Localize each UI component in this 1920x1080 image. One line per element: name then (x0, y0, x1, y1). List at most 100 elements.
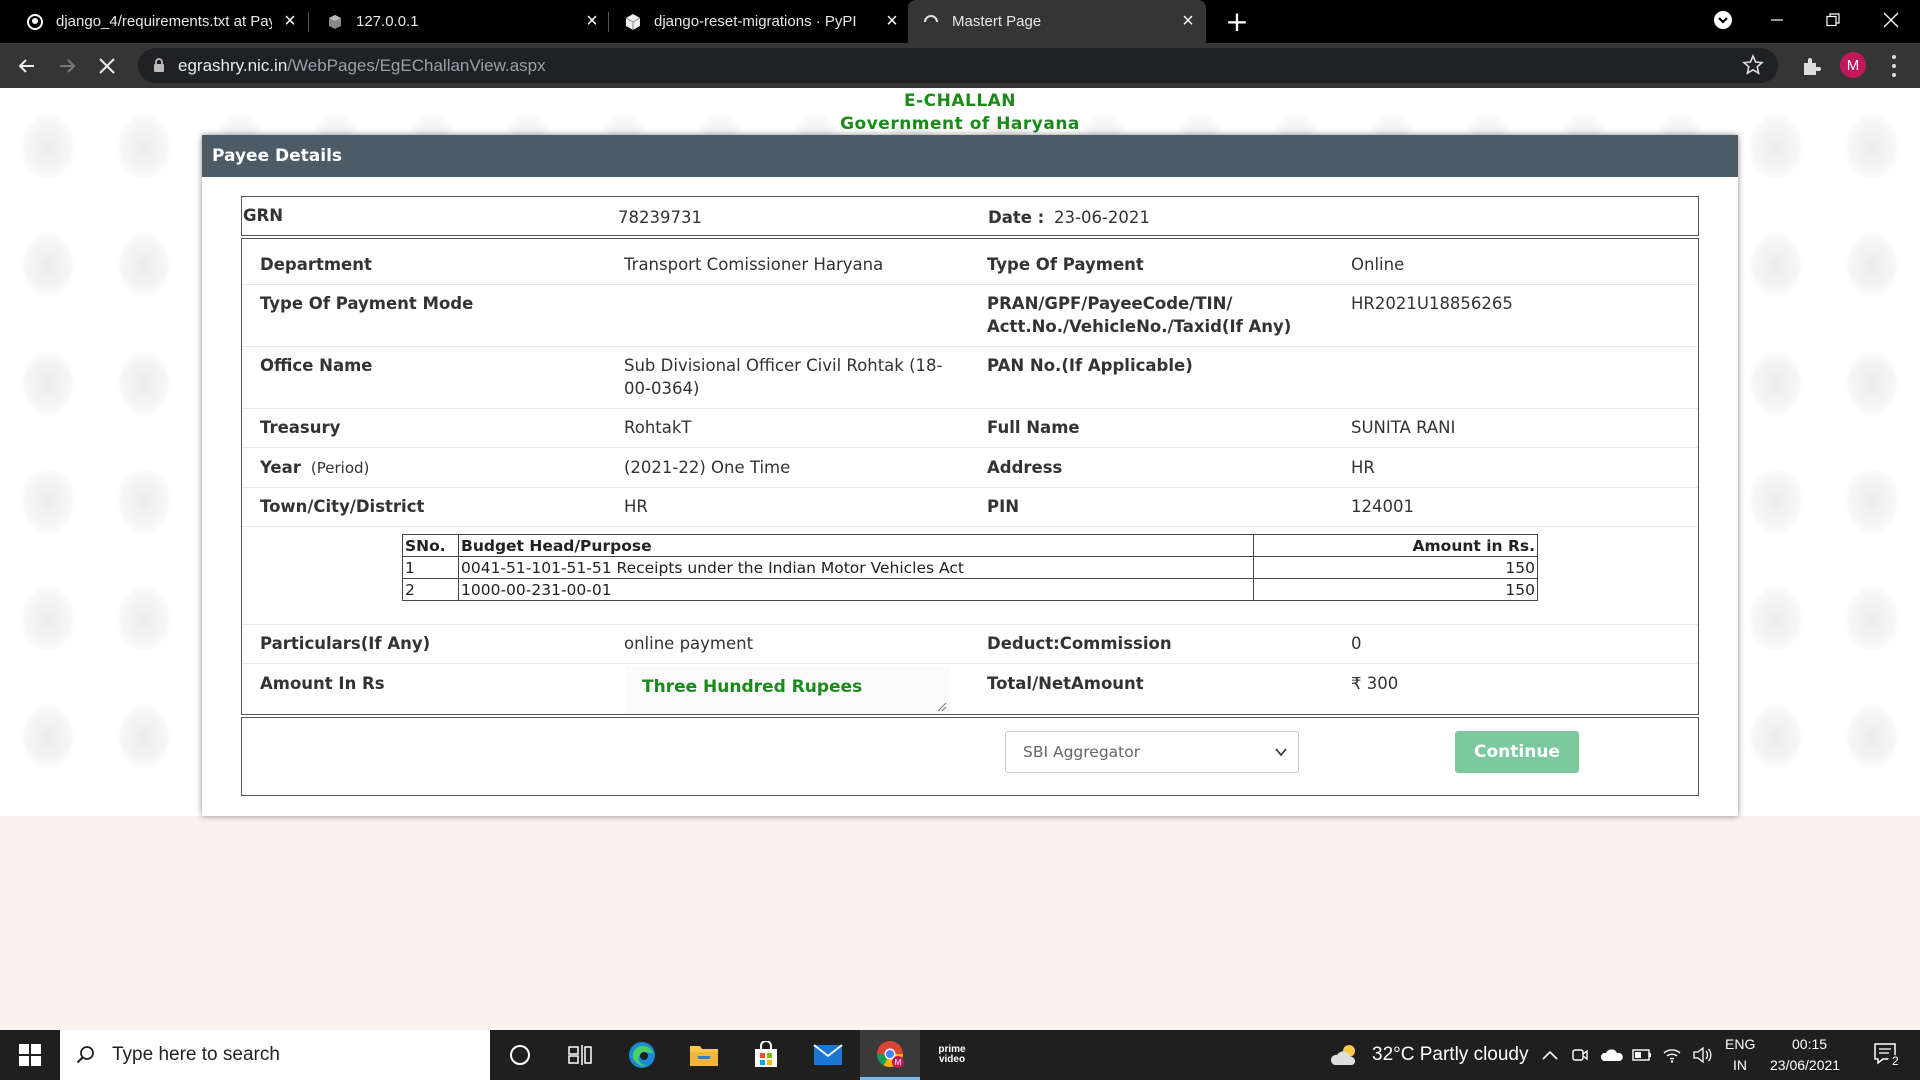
mail-button[interactable] (798, 1030, 858, 1080)
edge-icon (629, 1042, 655, 1068)
prime-video-button[interactable]: prime video (922, 1030, 982, 1080)
extensions-puzzle-icon[interactable] (1800, 55, 1822, 81)
treasury-label: Treasury (260, 418, 341, 437)
payee-details-card: Payee Details GRN 78239731 Date : 23-06-… (202, 135, 1738, 816)
close-tab-icon[interactable]: × (280, 10, 300, 32)
pran-value: HR2021U18856265 (1351, 294, 1513, 313)
microsoft-store-button[interactable] (736, 1030, 796, 1080)
treasury-value: RohtakT (624, 418, 692, 437)
row-divider (242, 346, 1698, 347)
tab-github[interactable]: django_4/requirements.txt at Pay × (18, 0, 300, 43)
close-tab-icon[interactable]: × (582, 10, 602, 32)
back-button[interactable] (12, 51, 42, 81)
cortana-button[interactable] (490, 1030, 550, 1080)
bookmark-star-icon[interactable] (1742, 53, 1764, 80)
minimize-button[interactable] (1752, 0, 1802, 40)
new-tab-button[interactable]: + (1222, 5, 1252, 38)
chevron-down-circle-icon (1714, 11, 1732, 29)
row-divider (242, 447, 1698, 448)
notification-center-icon[interactable]: 2 (1862, 1030, 1912, 1080)
windows-logo-icon (19, 1044, 41, 1066)
edge-browser-button[interactable] (612, 1030, 672, 1080)
table-row: 1 0041-51-101-51-51 Receipts under the I… (402, 556, 1538, 579)
row-purpose: 0041-51-101-51-51 Receipts under the Ind… (458, 556, 1254, 579)
profile-avatar[interactable]: M (1840, 52, 1866, 78)
close-icon (1883, 12, 1899, 28)
tab-localhost[interactable]: 127.0.0.1 × (318, 0, 602, 43)
meet-now-icon[interactable] (1568, 1030, 1592, 1080)
cube-icon (326, 13, 344, 31)
continue-button[interactable]: Continue (1455, 731, 1579, 773)
town-value: HR (624, 497, 648, 516)
url-text: egrashry.nic.in/WebPages/EgEChallanView.… (178, 56, 546, 75)
tab-mastert-page[interactable]: Mastert Page × (908, 0, 1206, 43)
row-divider (242, 624, 1698, 625)
row-divider (242, 663, 1698, 664)
start-button[interactable] (0, 1030, 60, 1080)
weather-text[interactable]: 32°C Partly cloudy (1372, 1044, 1529, 1066)
forward-arrow-icon (60, 59, 76, 73)
date-label: Date : (988, 208, 1045, 227)
government-title: Government of Haryana (840, 114, 1080, 134)
windows-taskbar: Type here to search M prime video 32°C P… (0, 1030, 1920, 1080)
weather-cloud-sun-icon[interactable] (1320, 1030, 1370, 1080)
close-tab-icon[interactable]: × (1178, 10, 1198, 32)
browser-toolbar: egrashry.nic.in/WebPages/EgEChallanView.… (0, 43, 1920, 88)
budget-table: SNo. Budget Head/Purpose Amount in Rs. 1… (402, 534, 1538, 601)
browser-menu-icon[interactable] (1888, 53, 1900, 79)
resize-grip-icon[interactable] (937, 702, 947, 712)
amount-label: Amount In Rs (260, 674, 385, 693)
address-value: HR (1351, 458, 1375, 477)
aggregator-select[interactable]: SBI Aggregator (1005, 731, 1299, 773)
clock-date[interactable]: 23/06/2021 (1770, 1057, 1840, 1073)
volume-icon[interactable] (1690, 1030, 1714, 1080)
page-lower-area (0, 816, 1920, 1030)
cortana-circle-icon (510, 1045, 530, 1065)
language-indicator[interactable]: ENG (1725, 1036, 1755, 1052)
close-tab-icon[interactable]: × (882, 10, 902, 32)
col-amount: Amount in Rs. (1253, 534, 1538, 557)
row-purpose: 1000-00-231-00-01 (458, 578, 1254, 601)
lock-icon[interactable] (152, 57, 166, 77)
col-sno: SNo. (402, 534, 459, 557)
stop-loading-button[interactable] (92, 51, 122, 81)
row-amount: 150 (1253, 556, 1538, 579)
fullname-label: Full Name (987, 418, 1080, 437)
task-view-icon (568, 1045, 592, 1065)
amount-in-words-field[interactable]: Three Hundred Rupees (625, 666, 949, 714)
payment-action-box: SBI Aggregator Continue (241, 717, 1699, 796)
year-label: Year (Period) (260, 458, 370, 477)
row-divider (242, 526, 1698, 527)
department-label: Department (260, 255, 372, 274)
tray-chevron-up-icon[interactable] (1538, 1030, 1562, 1080)
close-window-button[interactable] (1866, 0, 1916, 40)
onedrive-cloud-icon[interactable] (1600, 1030, 1624, 1080)
card-title: Payee Details (202, 135, 1738, 177)
taskbar-search-box[interactable]: Type here to search (60, 1030, 490, 1080)
chrome-button[interactable]: M (860, 1030, 920, 1080)
payment-type-label: Type Of Payment (987, 255, 1144, 274)
restore-icon (1826, 13, 1840, 27)
store-bag-icon (755, 1041, 777, 1067)
budget-table-header: SNo. Budget Head/Purpose Amount in Rs. (402, 534, 1538, 557)
battery-icon[interactable] (1630, 1030, 1654, 1080)
address-bar[interactable]: egrashry.nic.in/WebPages/EgEChallanView.… (138, 48, 1778, 83)
wifi-icon[interactable] (1660, 1030, 1684, 1080)
tab-pypi[interactable]: django-reset-migrations · PyPI × (618, 0, 902, 43)
region-indicator[interactable]: IN (1733, 1057, 1747, 1073)
file-explorer-button[interactable] (674, 1030, 734, 1080)
minimize-icon (1771, 19, 1783, 21)
tab-separator (608, 12, 609, 32)
tab-separator (308, 12, 309, 32)
task-view-button[interactable] (550, 1030, 610, 1080)
forward-button[interactable] (52, 51, 82, 81)
clock-time[interactable]: 00:15 (1792, 1036, 1827, 1052)
mail-icon (813, 1044, 843, 1065)
particulars-value: online payment (624, 634, 754, 653)
restore-button[interactable] (1808, 0, 1858, 40)
echallan-title: E-CHALLAN (903, 91, 1017, 111)
tab-search-button[interactable] (1698, 0, 1748, 40)
row-divider (242, 487, 1698, 488)
fullname-value: SUNITA RANI (1351, 418, 1456, 437)
amount-in-words: Three Hundred Rupees (642, 677, 863, 697)
